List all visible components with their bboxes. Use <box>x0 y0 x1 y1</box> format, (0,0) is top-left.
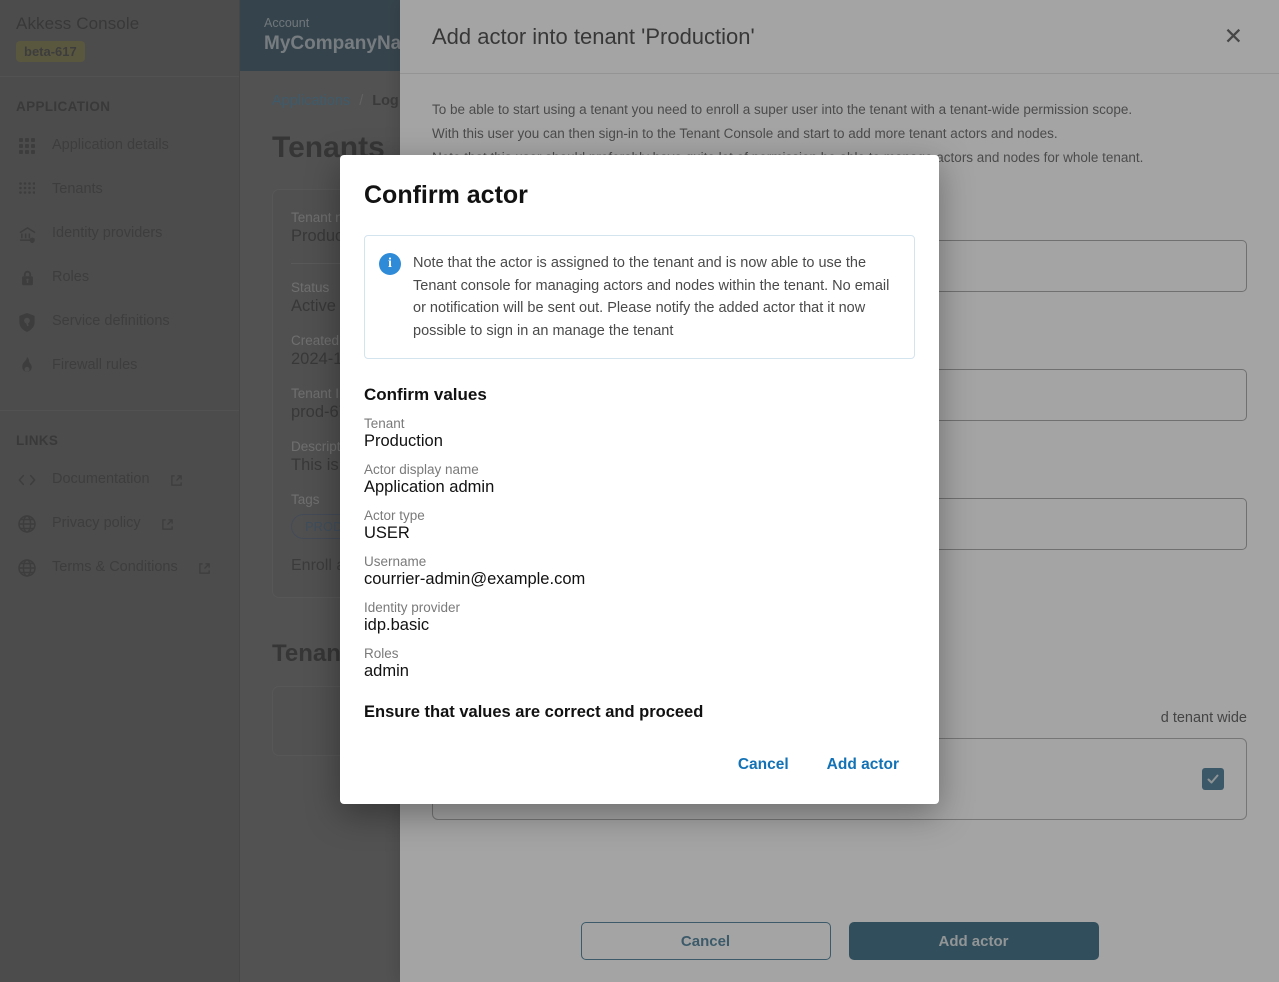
modal-title: Confirm actor <box>364 181 915 210</box>
confirm-row-actor-type: Actor type USER <box>364 508 915 543</box>
confirm-actor-modal: Confirm actor i Note that the actor is a… <box>340 155 939 804</box>
confirm-row-identity-provider: Identity provider idp.basic <box>364 600 915 635</box>
confirm-value: idp.basic <box>364 616 915 635</box>
screen-root: Akkess Console beta-617 APPLICATION Appl… <box>0 0 1279 982</box>
confirm-value: courrier-admin@example.com <box>364 570 915 589</box>
confirm-value: admin <box>364 662 915 681</box>
confirm-value: Application admin <box>364 478 915 497</box>
modal-add-actor-button[interactable]: Add actor <box>817 748 909 782</box>
confirm-label: Username <box>364 554 915 569</box>
confirm-label: Roles <box>364 646 915 661</box>
modal-cancel-button[interactable]: Cancel <box>728 748 799 782</box>
modal-info-text: Note that the actor is assigned to the t… <box>413 252 898 342</box>
confirm-row-actor-display-name: Actor display name Application admin <box>364 462 915 497</box>
confirm-value: Production <box>364 432 915 451</box>
modal-actions: Cancel Add actor <box>364 748 915 786</box>
confirm-value: USER <box>364 524 915 543</box>
confirm-row-username: Username courrier-admin@example.com <box>364 554 915 589</box>
confirm-values-title: Confirm values <box>364 385 915 405</box>
confirm-label: Tenant <box>364 416 915 431</box>
confirm-label: Actor type <box>364 508 915 523</box>
confirm-label: Actor display name <box>364 462 915 477</box>
confirm-footer-note: Ensure that values are correct and proce… <box>364 703 915 722</box>
info-icon: i <box>379 253 401 275</box>
confirm-row-roles: Roles admin <box>364 646 915 681</box>
confirm-label: Identity provider <box>364 600 915 615</box>
confirm-row-tenant: Tenant Production <box>364 416 915 451</box>
modal-info-box: i Note that the actor is assigned to the… <box>364 235 915 359</box>
